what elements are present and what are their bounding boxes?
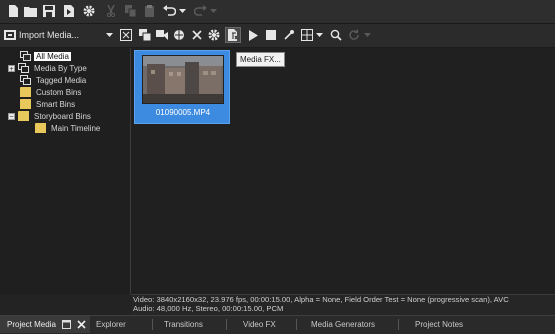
media-fx-icon[interactable] xyxy=(225,27,241,43)
new-project-icon[interactable] xyxy=(6,4,20,18)
tab-label: Media Generators xyxy=(311,320,376,329)
import-media-button[interactable]: Import Media... xyxy=(19,30,79,40)
tab-media-generators[interactable]: Media Generators xyxy=(311,316,375,333)
tree-item-label: All Media xyxy=(34,51,71,61)
render-icon[interactable] xyxy=(62,4,76,18)
media-filename: 01090005.MP4 xyxy=(155,108,211,117)
refresh-icon[interactable] xyxy=(347,28,361,42)
media-bin-icon xyxy=(20,51,31,61)
import-media-icon[interactable] xyxy=(3,28,17,42)
collapse-icon[interactable]: − xyxy=(8,112,15,121)
tree-item-smart-bins[interactable]: Smart Bins xyxy=(20,98,77,110)
stop-icon[interactable] xyxy=(264,28,278,42)
folder-icon xyxy=(20,99,31,109)
media-thumbnail xyxy=(142,55,224,104)
tree-item-label: Tagged Media xyxy=(36,75,87,85)
cut-icon[interactable] xyxy=(104,4,118,18)
tree-item-all-media[interactable]: All Media xyxy=(20,50,71,62)
main-toolbar xyxy=(0,0,555,24)
media-content-area: 01090005.MP4 xyxy=(131,48,555,294)
window-docking-tabs: Project Media Explorer Transitions Video… xyxy=(0,315,555,334)
play-icon[interactable] xyxy=(246,28,260,42)
gear-icon[interactable] xyxy=(82,4,96,18)
expand-icon[interactable]: + xyxy=(8,64,15,73)
tab-transitions[interactable]: Transitions xyxy=(164,316,203,333)
tag-icon xyxy=(20,75,31,85)
tree-item-media-by-type[interactable]: + Media By Type xyxy=(8,62,89,74)
folder-icon xyxy=(20,87,31,97)
tree-item-label: Custom Bins xyxy=(36,87,82,97)
extract-audio-icon[interactable] xyxy=(155,28,169,42)
close-icon[interactable] xyxy=(77,320,86,331)
capture-icon[interactable] xyxy=(119,28,133,42)
tab-separator xyxy=(296,319,297,330)
views-icon[interactable] xyxy=(300,28,314,42)
redo-icon[interactable] xyxy=(193,4,207,18)
media-item[interactable]: 01090005.MP4 xyxy=(134,50,230,124)
redo-dropdown-icon[interactable] xyxy=(209,4,218,18)
remove-media-icon[interactable] xyxy=(190,28,204,42)
tree-item-tagged-media[interactable]: Tagged Media xyxy=(20,74,88,86)
zoom-icon[interactable] xyxy=(329,28,343,42)
audio-info-text: Audio: 48,000 Hz, Stereo, 00:00:15.00, P… xyxy=(133,304,284,313)
folder-icon xyxy=(35,123,46,133)
tree-item-storyboard-bins[interactable]: − Storyboard Bins xyxy=(8,110,93,122)
media-bins-tree: All Media + Media By Type Tagged Media C… xyxy=(0,48,131,294)
paste-icon[interactable] xyxy=(143,4,157,18)
open-folder-icon[interactable] xyxy=(23,4,37,18)
copy-icon[interactable] xyxy=(124,4,138,18)
maximize-icon[interactable] xyxy=(62,320,71,331)
tab-separator xyxy=(152,319,153,330)
tree-item-label: Media By Type xyxy=(34,63,87,73)
tree-item-label: Storyboard Bins xyxy=(34,111,91,121)
tab-separator xyxy=(226,319,227,330)
media-from-web-icon[interactable] xyxy=(172,28,186,42)
refresh-dropdown-icon[interactable] xyxy=(363,28,372,42)
media-info-bar: Video: 3840x2160x32, 23.976 fps, 00:00:1… xyxy=(131,294,555,315)
media-properties-icon[interactable] xyxy=(207,28,221,42)
tab-label: Video FX xyxy=(243,320,276,329)
tooltip: Media FX... xyxy=(236,52,285,67)
tab-label: Transitions xyxy=(164,320,203,329)
views-dropdown-icon[interactable] xyxy=(315,28,324,42)
tree-item-custom-bins[interactable]: Custom Bins xyxy=(20,86,83,98)
undo-icon[interactable] xyxy=(162,4,176,18)
tab-separator xyxy=(398,319,399,330)
tab-label: Project Notes xyxy=(415,320,464,329)
auto-preview-icon[interactable] xyxy=(282,28,296,42)
tree-item-label: Main Timeline xyxy=(51,123,101,133)
save-icon[interactable] xyxy=(42,4,56,18)
tab-project-notes[interactable]: Project Notes xyxy=(415,316,463,333)
import-dropdown-icon[interactable] xyxy=(105,28,114,42)
tree-item-label: Smart Bins xyxy=(36,99,76,109)
media-bin-icon xyxy=(18,63,29,73)
tab-label: Project Media xyxy=(7,320,56,329)
video-info-text: Video: 3840x2160x32, 23.976 fps, 00:00:1… xyxy=(133,295,509,304)
get-media-icon[interactable] xyxy=(138,28,152,42)
tab-label: Explorer xyxy=(96,320,126,329)
undo-dropdown-icon[interactable] xyxy=(178,4,187,18)
tab-video-fx[interactable]: Video FX xyxy=(243,316,276,333)
folder-icon xyxy=(18,111,29,121)
tree-item-main-timeline[interactable]: Main Timeline xyxy=(35,122,102,134)
tab-explorer[interactable]: Explorer xyxy=(96,316,126,333)
project-media-toolbar: Import Media... xyxy=(0,24,555,48)
tab-project-media[interactable]: Project Media xyxy=(0,316,90,333)
